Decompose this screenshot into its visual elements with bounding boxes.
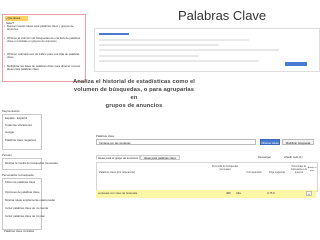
preview-row: [99, 44, 219, 46]
preview-button: [285, 62, 307, 66]
row-bid: 0,76 €: [267, 191, 275, 195]
segment-value: Palabras clave negativas: [5, 139, 37, 142]
filter-item[interactable]: Incluir palabras clave de mi plan: [5, 215, 45, 218]
row-searches: 480: [226, 191, 231, 195]
option-search-volume[interactable]: Obtener el volumen de búsquedas de una l…: [4, 36, 83, 44]
segment-value: España - Español: [5, 117, 28, 120]
column-header[interactable]: Añadir al plan: [307, 167, 317, 173]
column-header[interactable]: Porcentaje de impresiones de anuncio: [289, 165, 309, 174]
customize-label: Personalizar la búsqueda: [2, 174, 34, 177]
page-title: Palabras Clave: [178, 8, 267, 23]
get-ideas-button[interactable]: Obtener ideas: [260, 139, 280, 145]
segment-label: Segmentación: [2, 110, 20, 113]
period-value: Mostrar la media de búsquedas mensuales: [5, 162, 59, 165]
preview-screenshot: [94, 28, 320, 72]
modify-search-button[interactable]: Modificar búsqueda: [282, 139, 314, 145]
row-competition: Alta: [236, 191, 241, 195]
filter-button[interactable]: Palabras clave incluidas: [4, 230, 34, 233]
tab-keyword-ideas[interactable]: Ideas para palabras clave: [140, 155, 180, 160]
caption-line: volumen de búsquedas, o para agruparlas …: [73, 87, 195, 101]
add-all-link[interactable]: Añadir todo (1): [284, 155, 303, 159]
option-search-ideas[interactable]: Buscar nuevas ideas para palabras clave …: [4, 24, 83, 32]
segment-box[interactable]: España - Español Todas las ubicaciones G…: [2, 114, 42, 150]
download-link[interactable]: Descargar: [258, 155, 271, 159]
caption-line: grupos de anuncios: [105, 103, 163, 109]
preview-row: [99, 49, 279, 51]
add-to-plan-button[interactable]: »: [306, 191, 312, 196]
preview-row: [99, 60, 259, 62]
column-header[interactable]: Promedio de búsquedas mensuales: [209, 165, 241, 171]
caption-line: Analiza el historial de estadísticas com…: [73, 79, 195, 85]
preview-link: [99, 33, 129, 35]
filter-item[interactable]: Filtros de palabras clave: [5, 181, 35, 184]
callout-heading: ¿Qué desea hacer?: [5, 16, 28, 25]
preview-row: [99, 39, 249, 41]
column-header[interactable]: Puja sugerida: [267, 171, 287, 174]
option-multiply-lists[interactable]: Multiplicar las listas de palabras clave…: [4, 64, 83, 72]
tab-ad-group-ideas[interactable]: Ideas para el grupo de anuncios: [96, 155, 140, 160]
preview-row: [99, 55, 199, 57]
callout-box: ¿Qué desea hacer? Buscar nuevas ideas pa…: [2, 14, 86, 82]
filter-item[interactable]: Opciones de palabras clave: [5, 191, 40, 194]
keyword-planner: Palabras clave Ventana por las ventanas …: [84, 134, 318, 237]
filter-item[interactable]: Mostrar ideas ampliamente relacionadas: [5, 199, 55, 202]
row-keyword[interactable]: ventanas con vaso de Granada: [98, 191, 137, 195]
column-header[interactable]: Competencia: [243, 171, 265, 174]
keywords-label: Palabras clave: [96, 134, 115, 138]
caption: Analiza el historial de estadísticas com…: [70, 78, 198, 110]
filter-box: Filtros de palabras clave Opciones de pa…: [2, 178, 55, 230]
segment-value: Google: [5, 131, 15, 134]
period-label: Período: [2, 154, 12, 157]
keyword-input[interactable]: Ventana por las ventanas: [96, 139, 256, 145]
segment-value: Todas las ubicaciones: [5, 124, 33, 127]
keyword-table: Palabras clave (por relevancia) Promedio…: [96, 162, 318, 192]
period-box[interactable]: Mostrar la media de búsquedas mensuales: [2, 158, 58, 170]
filter-item[interactable]: Incluir palabras clave de mi cuenta: [5, 207, 48, 210]
option-traffic-estimates[interactable]: Obtener estimaciones de tráfico para una…: [4, 52, 83, 60]
column-header[interactable]: Palabras clave (por relevancia): [99, 171, 179, 174]
